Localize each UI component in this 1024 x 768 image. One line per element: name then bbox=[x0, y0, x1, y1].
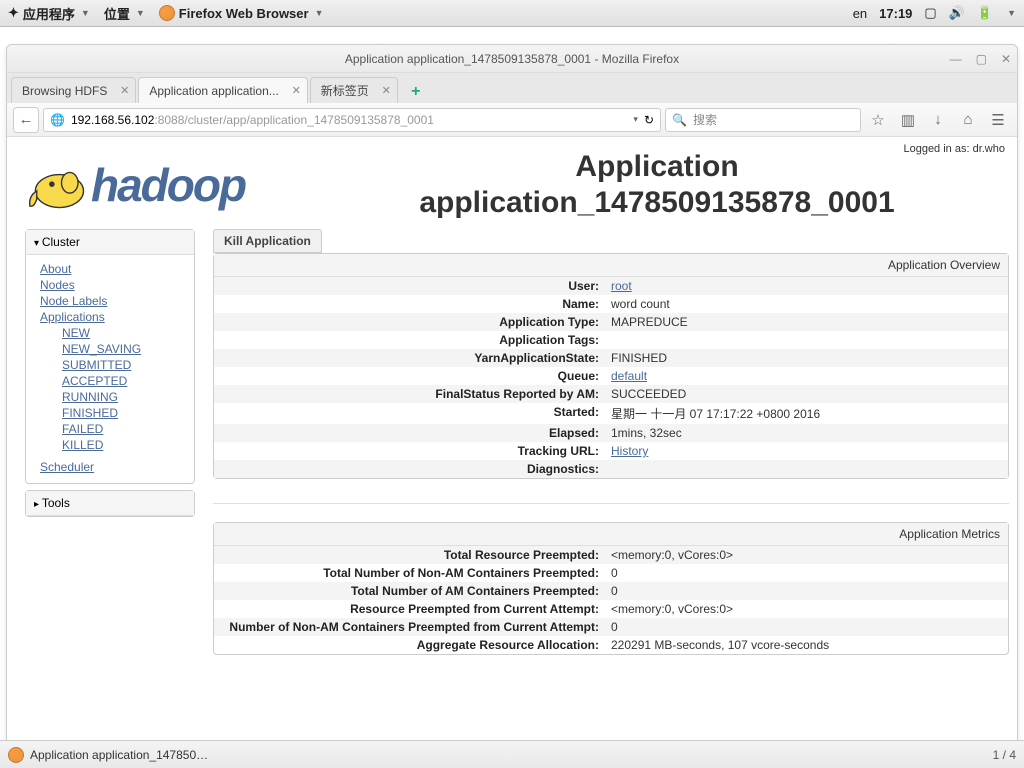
gnome-tray: en 17:19 ▢ 🔊 🔋 ▼ bbox=[853, 5, 1016, 21]
url-input[interactable]: 🌐 192.168.56.102:8088/cluster/app/applic… bbox=[43, 108, 661, 132]
nav-state-submitted[interactable]: SUBMITTED bbox=[62, 357, 184, 373]
sidebar-tools-header[interactable]: Tools bbox=[26, 491, 194, 516]
sidebar-cluster-header[interactable]: Cluster bbox=[26, 230, 194, 255]
reading-list-button[interactable]: ▥ bbox=[895, 107, 921, 133]
queue-link[interactable]: default bbox=[611, 369, 647, 383]
power-menu-icon[interactable]: ▼ bbox=[1007, 8, 1016, 18]
window-titlebar[interactable]: Application application_1478509135878_00… bbox=[7, 45, 1017, 73]
overview-heading: Application Overview bbox=[214, 254, 1008, 277]
nav-state-running[interactable]: RUNNING bbox=[62, 389, 184, 405]
search-icon: 🔍 bbox=[672, 113, 687, 127]
elephant-icon bbox=[21, 158, 91, 213]
workspace-indicator[interactable]: 1 / 4 bbox=[993, 748, 1016, 762]
page-title: Application application_1478509135878_00… bbox=[311, 149, 1003, 221]
window-close-button[interactable]: ✕ bbox=[1001, 52, 1011, 66]
tab-close-icon[interactable]: ✕ bbox=[292, 84, 301, 97]
battery-icon[interactable]: 🔋 bbox=[977, 5, 993, 21]
search-input[interactable]: 🔍 搜索 bbox=[665, 108, 861, 132]
window-maximize-button[interactable]: ▢ bbox=[976, 52, 987, 66]
application-metrics-block: Application Metrics Total Resource Preem… bbox=[213, 522, 1009, 655]
nav-state-new[interactable]: NEW bbox=[62, 325, 184, 341]
hamburger-menu-button[interactable]: ☰ bbox=[985, 107, 1011, 133]
nav-state-killed[interactable]: KILLED bbox=[62, 437, 184, 453]
tab-application[interactable]: Application application... ✕ bbox=[138, 77, 307, 103]
gnome-apps-menu[interactable]: ✦ 应用程序▼ bbox=[8, 4, 90, 23]
volume-icon[interactable]: 🔊 bbox=[949, 5, 965, 21]
taskbar-window-button[interactable]: Application application_147850… bbox=[8, 747, 208, 763]
nav-state-failed[interactable]: FAILED bbox=[62, 421, 184, 437]
screen-icon[interactable]: ▢ bbox=[924, 5, 936, 21]
window-title: Application application_1478509135878_00… bbox=[345, 52, 679, 66]
firefox-icon bbox=[159, 5, 175, 21]
separator bbox=[213, 503, 1009, 504]
clock[interactable]: 17:19 bbox=[879, 6, 912, 21]
tab-strip: Browsing HDFS ✕ Application application.… bbox=[7, 73, 1017, 103]
url-dropdown-icon[interactable]: ▾ bbox=[633, 114, 638, 125]
nav-applications[interactable]: Applications bbox=[40, 309, 184, 325]
bookmark-button[interactable]: ☆ bbox=[865, 107, 891, 133]
reload-button[interactable]: ↻ bbox=[644, 113, 654, 127]
tab-close-icon[interactable]: ✕ bbox=[382, 84, 391, 97]
nav-toolbar: ← 🌐 192.168.56.102:8088/cluster/app/appl… bbox=[7, 103, 1017, 137]
gnome-top-bar: ✦ 应用程序▼ 位置▼ Firefox Web Browser▼ en 17:1… bbox=[0, 0, 1024, 27]
nav-node-labels[interactable]: Node Labels bbox=[40, 293, 184, 309]
new-tab-button[interactable]: + bbox=[404, 81, 428, 103]
tracking-history-link[interactable]: History bbox=[611, 444, 648, 458]
tab-new[interactable]: 新标签页 ✕ bbox=[310, 77, 398, 103]
nav-state-finished[interactable]: FINISHED bbox=[62, 405, 184, 421]
nav-state-new-saving[interactable]: NEW_SAVING bbox=[62, 341, 184, 357]
globe-icon: 🌐 bbox=[50, 113, 65, 127]
user-link[interactable]: root bbox=[611, 279, 632, 293]
nav-state-accepted[interactable]: ACCEPTED bbox=[62, 373, 184, 389]
gnome-places-menu[interactable]: 位置▼ bbox=[104, 4, 145, 23]
input-lang[interactable]: en bbox=[853, 6, 867, 21]
metrics-heading: Application Metrics bbox=[214, 523, 1008, 546]
logged-in-text: Logged in as: dr.who bbox=[903, 143, 1005, 155]
downloads-button[interactable]: ↓ bbox=[925, 107, 951, 133]
firefox-window: Application application_1478509135878_00… bbox=[6, 44, 1018, 754]
tab-close-icon[interactable]: ✕ bbox=[120, 84, 129, 97]
firefox-icon bbox=[8, 747, 24, 763]
tab-browsing-hdfs[interactable]: Browsing HDFS ✕ bbox=[11, 77, 136, 103]
hadoop-logo[interactable]: hadoop bbox=[21, 158, 311, 213]
gnome-firefox-menu[interactable]: Firefox Web Browser▼ bbox=[159, 5, 324, 21]
kill-application-button[interactable]: Kill Application bbox=[213, 229, 322, 253]
page-content: Logged in as: dr.who hadoop Application … bbox=[7, 137, 1017, 753]
nav-scheduler[interactable]: Scheduler bbox=[40, 459, 184, 475]
sidebar: Cluster About Nodes Node Labels Applicat… bbox=[25, 229, 195, 679]
back-button[interactable]: ← bbox=[13, 107, 39, 133]
home-button[interactable]: ⌂ bbox=[955, 107, 981, 133]
foot-icon: ✦ bbox=[8, 5, 19, 21]
application-overview-block: Application Overview User:root Name:word… bbox=[213, 253, 1009, 479]
gnome-taskbar: Application application_147850… 1 / 4 bbox=[0, 740, 1024, 768]
nav-about[interactable]: About bbox=[40, 261, 184, 277]
window-minimize-button[interactable]: — bbox=[950, 52, 962, 66]
nav-nodes[interactable]: Nodes bbox=[40, 277, 184, 293]
